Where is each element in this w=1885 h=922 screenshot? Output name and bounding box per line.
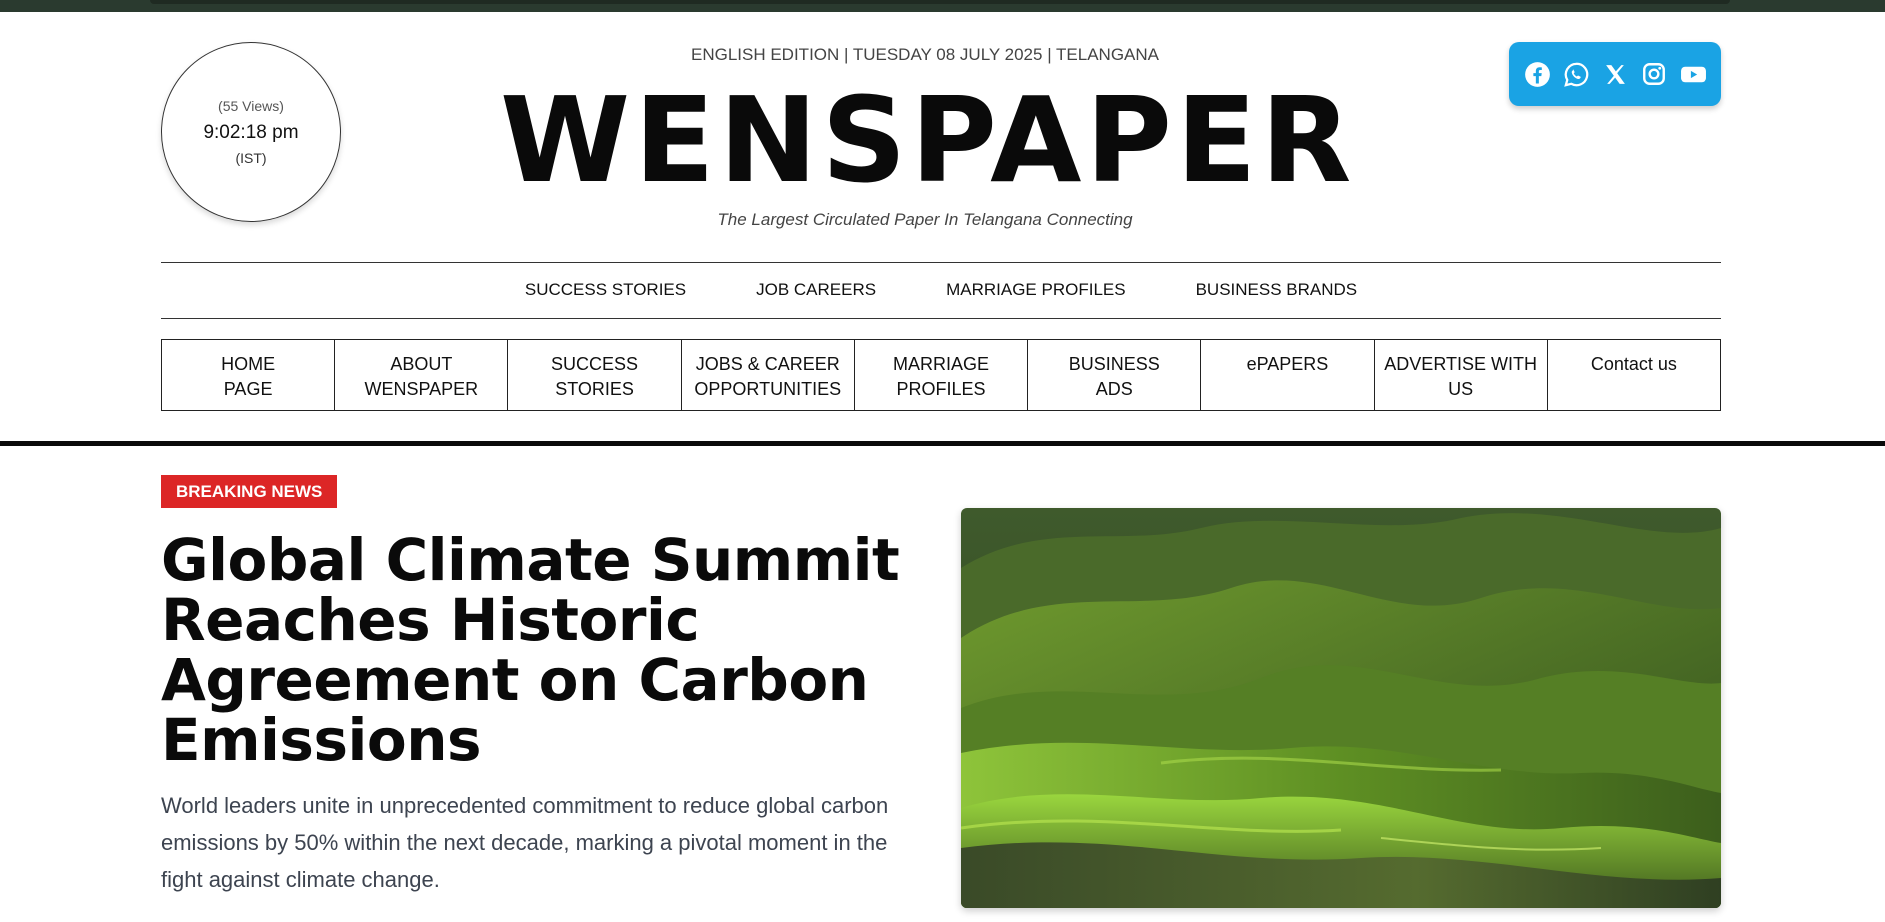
clock-widget: (55 Views) 9:02:18 pm (IST)	[161, 42, 341, 222]
subnav-marriage-profiles[interactable]: MARRIAGE PROFILES	[946, 280, 1125, 300]
subnav-business-brands[interactable]: BUSINESS BRANDS	[1196, 280, 1358, 300]
nav-success-stories[interactable]: SUCCESS STORIES	[508, 340, 682, 410]
edition-line: ENGLISH EDITION | TUESDAY 08 JULY 2025 |…	[690, 45, 1159, 64]
nav-home-page[interactable]: HOME PAGE	[162, 340, 336, 410]
whatsapp-icon[interactable]	[1563, 61, 1590, 88]
secondary-nav: SUCCESS STORIES JOB CAREERS MARRIAGE PRO…	[161, 262, 1721, 318]
view-count: (55 Views)	[218, 98, 284, 114]
section-divider	[0, 441, 1885, 446]
facebook-icon[interactable]	[1524, 61, 1551, 88]
main-nav: HOME PAGE ABOUT WENSPAPER SUCCESS STORIES J…	[161, 339, 1721, 411]
social-links	[1509, 42, 1721, 106]
nav-about-wenspaper[interactable]: ABOUT WENSPAPER	[335, 340, 509, 410]
masthead-logo[interactable]: WENSPAPER	[500, 80, 1351, 200]
instagram-icon[interactable]	[1641, 61, 1668, 88]
article-summary: World leaders unite in unprecedented com…	[161, 793, 889, 892]
nav-epapers[interactable]: ePAPERS	[1201, 340, 1375, 410]
top-bar-inner	[150, 0, 1730, 4]
nav-contact-us[interactable]: Contact us	[1548, 340, 1720, 410]
nav-business-ads[interactable]: BUSINESS ADS	[1028, 340, 1202, 410]
subnav-job-careers[interactable]: JOB CAREERS	[756, 280, 876, 300]
top-bar	[0, 0, 1885, 12]
nav-marriage-profiles[interactable]: MARRIAGE PROFILES	[855, 340, 1029, 410]
nav-jobs-career[interactable]: JOBS & CAREER OPPORTUNITIES	[682, 340, 855, 410]
breaking-news-badge: BREAKING NEWS	[161, 475, 338, 508]
clock-time: 9:02:18 pm	[203, 122, 299, 143]
hero-image[interactable]	[961, 508, 1721, 908]
subnav-success-stories[interactable]: SUCCESS STORIES	[525, 280, 686, 300]
clock-timezone: (IST)	[235, 150, 267, 166]
divider-bottom	[161, 318, 1721, 319]
x-icon[interactable]	[1602, 61, 1629, 88]
youtube-icon[interactable]	[1680, 61, 1707, 88]
tagline: The Largest Circulated Paper In Telangan…	[717, 210, 1133, 229]
article-headline[interactable]: Global Climate Summit Reaches Historic A…	[161, 530, 921, 770]
nav-advertise[interactable]: ADVERTISE WITH US	[1375, 340, 1548, 410]
